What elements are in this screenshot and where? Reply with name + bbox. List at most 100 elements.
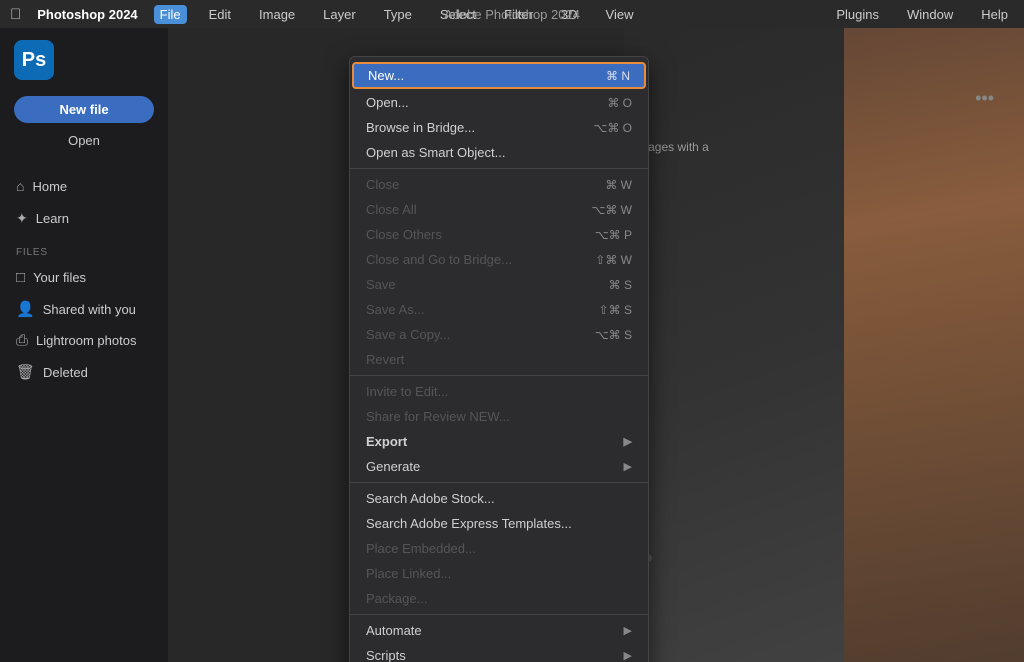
menu-item-close-all-shortcut: ⌥⌘ W (592, 203, 633, 217)
menu-item-automate-label: Automate (366, 623, 422, 638)
menu-layer[interactable]: Layer (317, 5, 362, 24)
menu-item-close-bridge-shortcut: ⇧⌘ W (595, 253, 632, 267)
generate-arrow-icon: ▶ (624, 460, 632, 473)
menu-item-close-all-label: Close All (366, 202, 417, 217)
menu-item-automate[interactable]: Automate ▶ (350, 618, 648, 643)
more-options-button[interactable]: ••• (975, 88, 994, 109)
new-file-button[interactable]: New file (14, 96, 154, 123)
shared-icon: 👤 (16, 300, 35, 318)
menu-item-browse-bridge-shortcut: ⌥⌘ O (594, 121, 633, 135)
menu-bar:  Photoshop 2024 File Edit Image Layer T… (0, 0, 1024, 28)
sidebar: Ps New file Open ⌂ Home ✦ Learn FILES □ … (0, 28, 168, 662)
sidebar-item-home-label: Home (32, 179, 67, 194)
menu-item-save-as-shortcut: ⇧⌘ S (599, 303, 632, 317)
trash-icon: 🗑 (16, 363, 35, 381)
menu-item-save-label: Save (366, 277, 396, 292)
app-body: Ps New file Open ⌂ Home ✦ Learn FILES □ … (0, 28, 1024, 662)
menu-item-share-review-label: Share for Review NEW... (366, 409, 510, 424)
window-title: Adobe Photoshop 2024 (444, 7, 580, 22)
sidebar-item-shared[interactable]: 👤 Shared with you (0, 293, 168, 325)
menu-item-generate-label: Generate (366, 459, 420, 474)
sidebar-item-lightroom-label: Lightroom photos (36, 333, 136, 348)
menu-item-close-all: Close All ⌥⌘ W (350, 197, 648, 222)
menu-item-open-smart[interactable]: Open as Smart Object... (350, 140, 648, 165)
menu-item-close-bridge-label: Close and Go to Bridge... (366, 252, 512, 267)
lightroom-icon: ⎙ (16, 332, 28, 349)
app-name: Photoshop 2024 (37, 7, 137, 22)
menu-item-package-label: Package... (366, 591, 427, 606)
menu-item-scripts-label: Scripts (366, 648, 406, 662)
menu-window[interactable]: Window (901, 5, 959, 24)
menu-item-search-stock[interactable]: Search Adobe Stock... (350, 486, 648, 511)
main-content: sy steps amatic sunsets, create the mood… (168, 28, 1024, 662)
menu-item-open[interactable]: Open... ⌘ O (350, 90, 648, 115)
menu-edit[interactable]: Edit (203, 5, 237, 24)
menu-item-open-label: Open... (366, 95, 409, 110)
menu-item-place-embedded: Place Embedded... (350, 536, 648, 561)
sidebar-item-home[interactable]: ⌂ Home (0, 170, 168, 202)
menu-item-new-shortcut: ⌘ N (606, 69, 630, 83)
menu-image[interactable]: Image (253, 5, 301, 24)
export-arrow-icon: ▶ (624, 435, 632, 448)
menu-item-search-express[interactable]: Search Adobe Express Templates... (350, 511, 648, 536)
menu-item-save-as: Save As... ⇧⌘ S (350, 297, 648, 322)
scripts-arrow-icon: ▶ (624, 649, 632, 662)
sidebar-item-learn-label: Learn (36, 211, 69, 226)
home-icon: ⌂ (16, 178, 24, 194)
menu-item-invite-label: Invite to Edit... (366, 384, 448, 399)
menu-item-generate[interactable]: Generate ▶ (350, 454, 648, 479)
ps-logo: Ps (14, 40, 54, 80)
menu-plugins[interactable]: Plugins (830, 5, 885, 24)
menu-item-revert: Revert (350, 347, 648, 372)
menu-item-search-express-label: Search Adobe Express Templates... (366, 516, 572, 531)
divider-3 (350, 482, 648, 483)
sidebar-item-learn[interactable]: ✦ Learn (0, 202, 168, 235)
apple-logo-icon[interactable]:  (10, 6, 21, 23)
sidebar-item-deleted-label: Deleted (43, 365, 88, 380)
sidebar-item-your-files[interactable]: □ Your files (0, 262, 168, 293)
menu-item-share-review: Share for Review NEW... (350, 404, 648, 429)
menu-item-place-linked-label: Place Linked... (366, 566, 451, 581)
file-icon: □ (16, 269, 25, 286)
menu-item-close-others: Close Others ⌥⌘ P (350, 222, 648, 247)
menu-bar-right: Plugins Window Help (830, 5, 1014, 24)
menu-item-close-others-shortcut: ⌥⌘ P (595, 228, 632, 242)
menu-item-new-label: New... (368, 68, 404, 83)
menu-item-package: Package... (350, 586, 648, 611)
bg-image-strip (844, 28, 1024, 662)
menu-item-export-label: Export (366, 434, 407, 449)
divider-2 (350, 375, 648, 376)
files-section-label: FILES (0, 235, 168, 262)
menu-item-close-others-label: Close Others (366, 227, 442, 242)
menu-type[interactable]: Type (378, 5, 418, 24)
menu-item-new[interactable]: New... ⌘ N (352, 62, 646, 89)
menu-item-save: Save ⌘ S (350, 272, 648, 297)
sidebar-item-shared-label: Shared with you (43, 302, 136, 317)
menu-help[interactable]: Help (975, 5, 1014, 24)
menu-item-place-embedded-label: Place Embedded... (366, 541, 476, 556)
menu-item-save-as-label: Save As... (366, 302, 425, 317)
menu-view[interactable]: View (600, 5, 640, 24)
sidebar-item-lightroom[interactable]: ⎙ Lightroom photos (0, 325, 168, 356)
divider-1 (350, 168, 648, 169)
menu-item-browse-bridge[interactable]: Browse in Bridge... ⌥⌘ O (350, 115, 648, 140)
sidebar-item-your-files-label: Your files (33, 270, 86, 285)
menu-item-search-stock-label: Search Adobe Stock... (366, 491, 495, 506)
menu-item-export[interactable]: Export ▶ (350, 429, 648, 454)
menu-item-scripts[interactable]: Scripts ▶ (350, 643, 648, 662)
menu-item-close: Close ⌘ W (350, 172, 648, 197)
menu-item-close-label: Close (366, 177, 399, 192)
menu-item-revert-label: Revert (366, 352, 404, 367)
menu-item-invite: Invite to Edit... (350, 379, 648, 404)
learn-icon: ✦ (16, 210, 28, 227)
automate-arrow-icon: ▶ (624, 624, 632, 637)
open-button[interactable]: Open (14, 127, 154, 154)
file-menu-dropdown: New... ⌘ N Open... ⌘ O Browse in Bridge.… (349, 56, 649, 662)
menu-item-open-smart-label: Open as Smart Object... (366, 145, 505, 160)
menu-item-open-shortcut: ⌘ O (607, 96, 632, 110)
menu-item-close-shortcut: ⌘ W (605, 178, 632, 192)
menu-item-save-copy-label: Save a Copy... (366, 327, 450, 342)
menu-file[interactable]: File (154, 5, 187, 24)
menu-item-save-copy-shortcut: ⌥⌘ S (595, 328, 632, 342)
sidebar-item-deleted[interactable]: 🗑 Deleted (0, 356, 168, 388)
